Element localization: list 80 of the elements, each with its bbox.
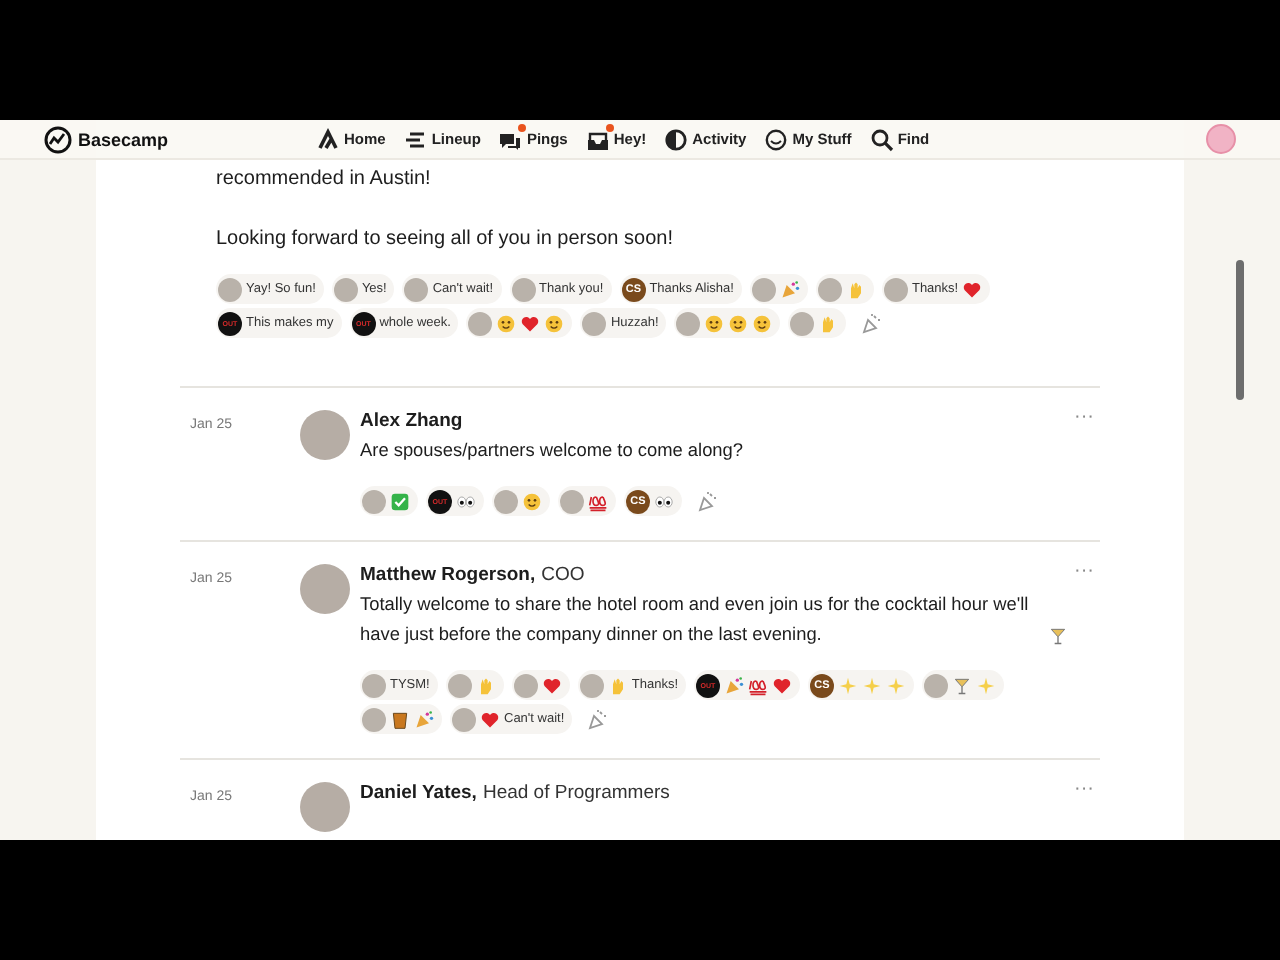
avatar-photo-placeholder [362,673,386,697]
avatar-photo-placeholder [582,311,607,335]
more-options-button[interactable]: ··· [1074,564,1094,580]
search-icon [869,127,894,151]
avatar-photo-placeholder [790,311,815,335]
app-logo-text[interactable]: Basecamp [78,129,169,149]
tumbler-glass-icon [390,709,410,729]
reaction-chip[interactable] [922,670,1004,700]
avatar-photo-placeholder [468,311,493,335]
smiley-icon [764,127,789,151]
cocktail-glass-icon [1048,626,1068,646]
mountain-icon [316,127,340,151]
more-options-button[interactable]: ··· [1074,782,1094,798]
author-name[interactable]: Daniel Yates, [360,782,477,806]
message-text: Are spouses/partners welcome to come along? [360,438,744,464]
paragraph-text: Looking forward to seeing all of you in person soon! [216,226,675,254]
reaction-chip[interactable] [466,308,573,338]
avatar-photo-placeholder [513,673,538,697]
eyes-icon [456,491,476,511]
author-role: Head of Programmers [482,782,670,806]
hand-emoji-icon [845,279,866,299]
basecamp-logo-icon[interactable] [44,125,72,153]
author-avatar-placeholder [300,410,350,460]
message-text: Totally welcome to share the hotel room and even join us for the cocktail hour we'll have just before the company dinner on the last evening. [360,592,1031,648]
author-name[interactable]: Matthew Rogerson, [360,564,536,588]
more-options-button[interactable]: ··· [1074,410,1094,426]
avatar-photo-placeholder [924,673,948,697]
cocktail-glass-icon [952,675,972,695]
author-avatar-placeholder [300,782,350,832]
party-popper-icon [414,709,434,729]
heart-icon [772,675,792,695]
face-emoji-icon [704,313,725,333]
hundred-points-icon [748,675,768,695]
user-avatar[interactable] [1206,124,1236,154]
hand-emoji-icon [607,675,628,695]
avatar-photo-placeholder [560,489,584,513]
avatar-photo-placeholder [452,707,476,731]
party-popper-icon [724,675,744,695]
reaction-chip[interactable] [558,486,616,516]
reaction-chip[interactable] [360,704,442,734]
sparkles-icon [976,675,996,695]
hand-emoji-icon [475,675,496,695]
avatar-photo-placeholder [579,673,604,697]
heart-icon [480,709,500,729]
avatar-photo-placeholder [676,311,701,335]
avatar-photo-placeholder [218,277,242,301]
heart-icon [520,313,541,333]
reaction-chip[interactable] [511,670,570,700]
paragraph-text: recommended in Austin! [216,166,433,194]
hand-emoji-icon [818,313,839,333]
author-role: COO [541,564,585,588]
face-emoji-icon [522,491,542,511]
avatar-photo-placeholder [447,673,472,697]
lines-icon [403,127,428,151]
author-avatar-placeholder [300,564,350,614]
avatar-photo-placeholder [333,277,358,301]
half-circle-icon [664,127,689,151]
hundred-points-icon [588,491,608,511]
avatar-photo-placeholder [362,707,386,731]
party-popper-icon [779,279,800,299]
face-emoji-icon [496,313,517,333]
author-name[interactable]: Alex Zhang [360,410,463,434]
avatar-photo-placeholder [883,277,908,301]
face-emoji-icon [544,313,565,333]
face-emoji-icon [752,313,773,333]
heart-icon [541,675,562,695]
scrollbar-thumb[interactable] [1236,260,1244,400]
avatar-photo-placeholder [362,489,386,513]
avatar-photo-placeholder [511,277,536,301]
avatar-photo-placeholder [751,277,776,301]
avatar-photo-placeholder [494,489,518,513]
tray-icon [585,127,610,151]
avatar-photo-placeholder [817,277,842,301]
reaction-chip[interactable] [360,486,418,516]
face-emoji-icon [728,313,749,333]
eyes-icon [654,491,674,511]
reaction-chip[interactable] [674,308,781,338]
avatar-photo-placeholder [404,277,429,301]
heart-icon [962,279,983,299]
checkmark-icon [390,491,410,511]
